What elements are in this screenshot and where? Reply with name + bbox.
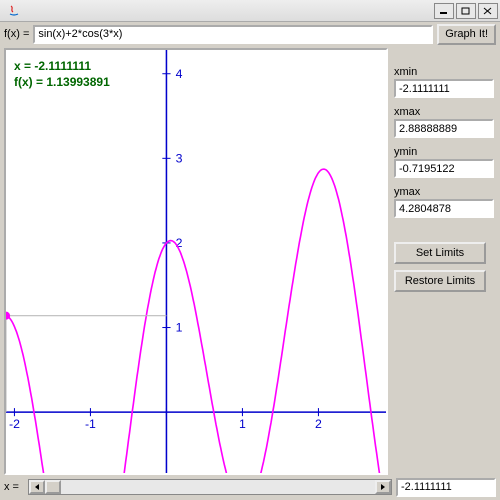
limits-panel: xmin xmax ymin ymax Set Limits Restore L… [392,48,496,475]
svg-text:4: 4 [176,67,183,81]
xmin-input[interactable] [394,79,494,98]
app-window: f(x) = Graph It! -2 -1 1 2 1 2 3 4 x = -2.11111… [0,0,500,500]
restore-limits-button[interactable]: Restore Limits [394,270,486,292]
minimize-button[interactable] [434,3,454,19]
cursor-x-text: x = -2.1111111 [14,58,110,74]
scroll-track[interactable] [45,480,375,494]
xmax-input[interactable] [394,119,494,138]
ymax-input[interactable] [394,199,494,218]
svg-text:1: 1 [239,417,246,431]
x-label: x = [4,481,24,493]
plot-canvas[interactable]: -2 -1 1 2 1 2 3 4 x = -2.1111111 f(x) = 1.13993… [4,48,388,475]
cursor-fx-text: f(x) = 1.13993891 [14,74,110,90]
close-button[interactable] [478,3,498,19]
ymin-input[interactable] [394,159,494,178]
ymin-label: ymin [394,146,494,158]
titlebar [0,0,500,22]
cursor-readout: x = -2.1111111 f(x) = 1.13993891 [14,58,110,90]
xmax-label: xmax [394,106,494,118]
formula-toolbar: f(x) = Graph It! [0,22,500,46]
scroll-right-button[interactable] [375,480,391,494]
svg-text:2: 2 [315,417,322,431]
scroll-thumb[interactable] [45,480,61,494]
java-app-icon [6,3,22,19]
ymax-label: ymax [394,186,494,198]
scroll-left-button[interactable] [29,480,45,494]
bottom-bar: x = [0,476,500,500]
x-scrollbar[interactable] [28,479,392,495]
main-area: -2 -1 1 2 1 2 3 4 x = -2.1111111 f(x) = 1.13993… [0,46,500,476]
svg-text:3: 3 [176,151,183,165]
xmin-label: xmin [394,66,494,78]
svg-text:-2: -2 [9,417,20,431]
x-value-input[interactable] [396,478,496,497]
set-limits-button[interactable]: Set Limits [394,242,486,264]
svg-text:-1: -1 [85,417,96,431]
maximize-button[interactable] [456,3,476,19]
svg-text:2: 2 [176,236,183,250]
svg-text:1: 1 [176,321,183,335]
fx-input[interactable] [33,25,433,44]
fx-label: f(x) = [4,28,29,40]
graph-it-button[interactable]: Graph It! [437,24,496,45]
